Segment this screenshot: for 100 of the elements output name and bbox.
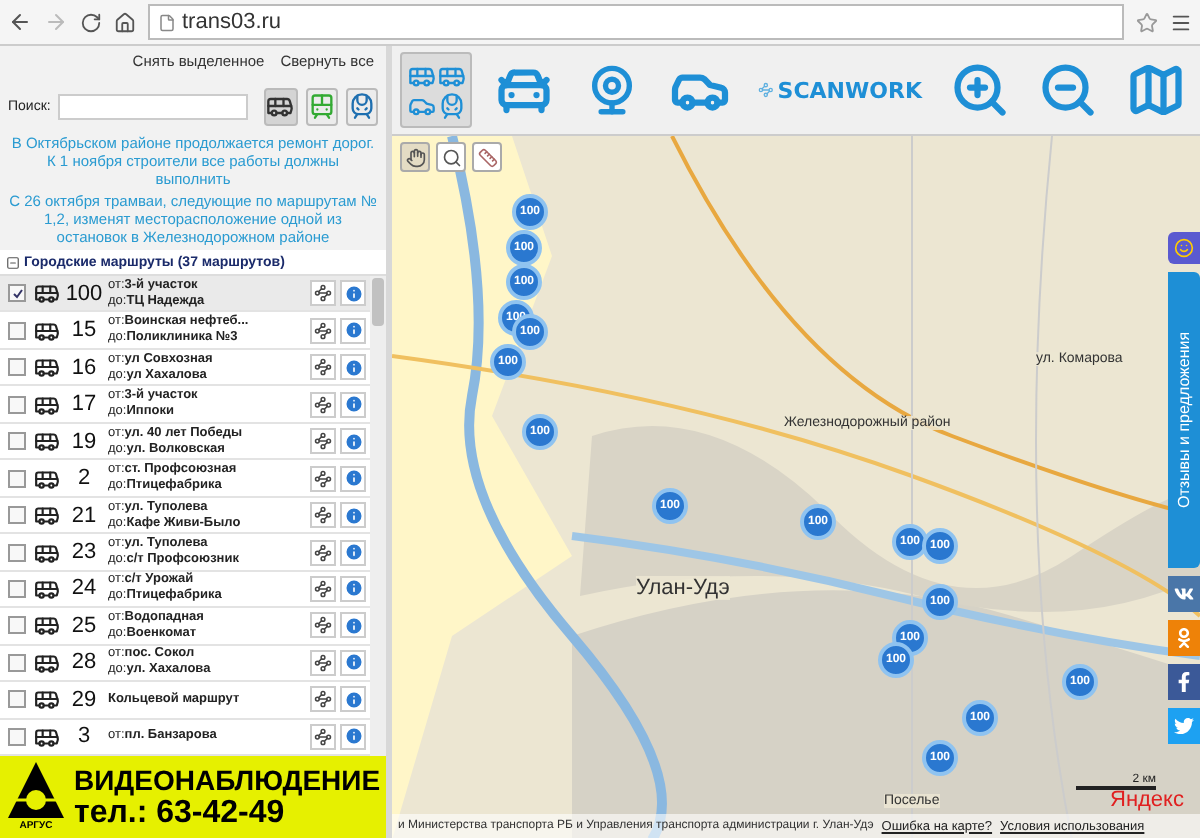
route-path-button[interactable]	[310, 649, 336, 676]
transport-filter-button[interactable]	[264, 87, 298, 125]
back-icon[interactable]	[8, 10, 32, 34]
route-path-button[interactable]	[310, 539, 336, 566]
bus-icon	[34, 391, 60, 418]
zoom-in-icon	[950, 58, 1010, 122]
bus-icon	[34, 539, 60, 566]
bus-icon	[34, 465, 60, 492]
banner-phone: тел.: 63-42-49	[74, 795, 285, 831]
star-icon[interactable]	[1136, 11, 1158, 33]
route-path-button[interactable]	[310, 465, 336, 492]
info-button[interactable]	[340, 391, 366, 418]
route-path-button[interactable]	[310, 612, 336, 639]
route-number: 24	[69, 576, 99, 601]
route-checkbox[interactable]	[8, 579, 26, 598]
collapse-icon[interactable]	[6, 255, 20, 269]
ruler-tool-button[interactable]	[472, 142, 502, 172]
route-checkbox[interactable]	[8, 432, 26, 451]
route-checkbox[interactable]	[8, 727, 26, 746]
social-button[interactable]	[1168, 576, 1200, 612]
bus-icon	[34, 575, 60, 602]
train-icon	[347, 92, 376, 120]
route-number: 2	[75, 466, 93, 491]
route-path-button[interactable]	[310, 354, 336, 381]
info-button[interactable]	[340, 502, 366, 529]
info-button[interactable]	[340, 723, 366, 750]
info-button[interactable]	[340, 280, 366, 307]
ruler-icon	[477, 147, 497, 167]
route-path-button[interactable]	[310, 280, 336, 307]
menu-icon[interactable]	[1170, 11, 1192, 33]
scanwork-tool-button[interactable]: SCANWORK	[752, 52, 928, 128]
info-button[interactable]	[340, 686, 366, 713]
transport-tool-button[interactable]	[400, 52, 472, 128]
hand-icon	[405, 147, 425, 167]
info-button[interactable]	[340, 539, 366, 566]
route-number: 19	[69, 429, 99, 454]
odnoklassniki-icon	[1174, 628, 1194, 648]
twitter-icon	[1174, 716, 1194, 736]
route-number: 23	[69, 540, 99, 565]
route-number: 25	[69, 613, 99, 638]
search-field[interactable]	[58, 93, 249, 119]
route-number: 15	[69, 318, 99, 343]
route-path-button[interactable]	[310, 428, 336, 455]
route-checkbox[interactable]	[8, 358, 26, 377]
pan-tool-button[interactable]	[400, 142, 430, 172]
info-button[interactable]	[340, 649, 366, 676]
route-number: 100	[63, 281, 105, 306]
route-path-button[interactable]	[310, 502, 336, 529]
route-checkbox[interactable]	[8, 653, 26, 672]
bus-icon	[34, 649, 60, 676]
map-label: Улан-Удэ	[636, 576, 730, 600]
route-number: 29	[69, 687, 99, 712]
bus-icon	[34, 354, 60, 381]
address-bar[interactable]: trans03.ru	[148, 4, 1124, 40]
route-checkbox[interactable]	[8, 321, 26, 340]
webcam-icon	[586, 64, 638, 116]
route-number: 28	[69, 650, 99, 675]
trolleybus-icon	[307, 92, 336, 120]
route-number: 17	[69, 392, 99, 417]
smiley-button[interactable]	[1168, 232, 1200, 264]
route-path-button[interactable]	[310, 391, 336, 418]
info-button[interactable]	[340, 465, 366, 492]
bus-icon	[34, 723, 60, 750]
facebook-icon	[1174, 672, 1194, 692]
route-checkbox[interactable]	[8, 284, 26, 303]
feedback-tab[interactable]: Отзывы и предложения	[1168, 272, 1200, 568]
info-button[interactable]	[340, 317, 366, 344]
info-button[interactable]	[340, 354, 366, 381]
route-path-button[interactable]	[310, 723, 336, 750]
route-number: 16	[69, 355, 99, 380]
bus-icon	[34, 428, 60, 455]
route-checkbox[interactable]	[8, 506, 26, 525]
route-path-button[interactable]	[310, 575, 336, 602]
magnifier-icon	[441, 147, 461, 167]
zoom-out-icon	[1038, 58, 1098, 122]
zoom-tool-button[interactable]	[436, 142, 466, 172]
social-button[interactable]	[1168, 664, 1200, 700]
route-path-button[interactable]	[310, 317, 336, 344]
bus-icon	[34, 502, 60, 529]
reload-icon[interactable]	[80, 11, 102, 33]
route-checkbox[interactable]	[8, 543, 26, 562]
bus-icon	[34, 612, 60, 639]
map-logo: Яндекс	[1110, 788, 1184, 812]
info-button[interactable]	[340, 612, 366, 639]
route-checkbox[interactable]	[8, 616, 26, 635]
route-checkbox[interactable]	[8, 690, 26, 709]
bus-icon	[34, 686, 60, 713]
route-checkbox[interactable]	[8, 469, 26, 488]
home-icon[interactable]	[114, 11, 136, 33]
info-button[interactable]	[340, 428, 366, 455]
info-button[interactable]	[340, 575, 366, 602]
route-checkbox[interactable]	[8, 395, 26, 414]
route-number: 3	[75, 724, 93, 749]
bus-icon	[34, 280, 60, 307]
map-icon	[1126, 60, 1186, 120]
route-path-button[interactable]	[310, 686, 336, 713]
social-button[interactable]	[1168, 708, 1200, 744]
scrollbar[interactable]	[370, 276, 386, 756]
bus-icon	[266, 92, 295, 120]
bus-icon	[34, 317, 60, 344]
